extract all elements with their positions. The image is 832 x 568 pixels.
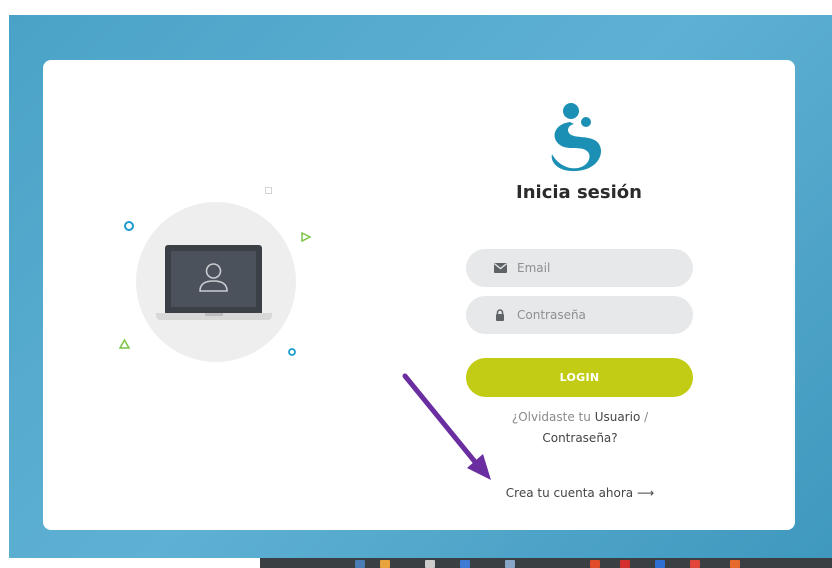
os-taskbar bbox=[260, 558, 832, 568]
taskbar-app-icon[interactable] bbox=[690, 560, 700, 568]
taskbar-app-icon[interactable] bbox=[380, 560, 390, 568]
laptop-illustration bbox=[165, 245, 262, 313]
taskbar-app-icon[interactable] bbox=[505, 560, 515, 568]
envelope-icon bbox=[493, 261, 507, 275]
password-input[interactable] bbox=[517, 308, 677, 322]
taskbar-app-icon[interactable] bbox=[460, 560, 470, 568]
lock-icon bbox=[493, 308, 507, 322]
triangle-deco-icon bbox=[118, 338, 131, 349]
email-field[interactable] bbox=[466, 249, 693, 287]
annotation-arrow bbox=[402, 373, 491, 480]
dot-deco-icon bbox=[288, 348, 296, 356]
forgot-password-link[interactable]: Contraseña? bbox=[542, 431, 617, 445]
taskbar-app-icon[interactable] bbox=[620, 560, 630, 568]
square-deco-icon bbox=[265, 187, 272, 194]
taskbar-app-icon[interactable] bbox=[590, 560, 600, 568]
forgot-separator: / bbox=[640, 410, 649, 424]
circle-deco-icon bbox=[124, 221, 134, 231]
forgot-user-link[interactable]: Usuario bbox=[595, 410, 641, 424]
laptop-notch bbox=[205, 313, 223, 316]
password-field[interactable] bbox=[466, 296, 693, 334]
taskbar-app-icon[interactable] bbox=[425, 560, 435, 568]
forgot-prefix: ¿Olvidaste tu bbox=[511, 410, 595, 424]
arrow-right-icon: ⟶ bbox=[637, 486, 655, 500]
create-account-link[interactable]: Crea tu cuenta ahora ⟶ bbox=[470, 486, 690, 500]
email-input[interactable] bbox=[517, 261, 677, 275]
taskbar-app-icon[interactable] bbox=[655, 560, 665, 568]
brand-logo bbox=[551, 103, 601, 172]
forgot-credentials: ¿Olvidaste tu Usuario / Contraseña? bbox=[470, 407, 690, 449]
taskbar-app-icon[interactable] bbox=[730, 560, 740, 568]
page-title: Inicia sesión bbox=[516, 182, 642, 203]
triangle-deco-icon bbox=[301, 231, 312, 243]
user-icon bbox=[199, 263, 228, 292]
taskbar-app-icon[interactable] bbox=[355, 560, 365, 568]
login-button[interactable]: LOGIN bbox=[466, 358, 693, 397]
create-account-label: Crea tu cuenta ahora bbox=[505, 486, 634, 500]
